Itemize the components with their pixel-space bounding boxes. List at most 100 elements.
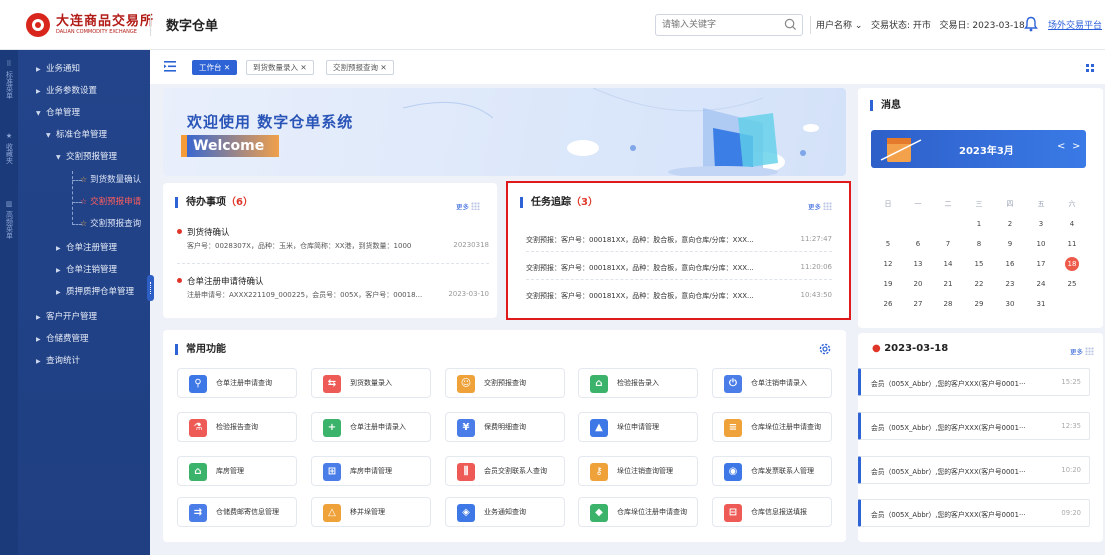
sidebar-collapse-handle[interactable]	[147, 275, 154, 301]
sidebar-item-delivery-forecast[interactable]: ▼ 交割预报管理	[56, 148, 117, 166]
message-item[interactable]: 会员（005X_Abbr）,您的客户XXX(客户号0001··· 12:35	[858, 412, 1090, 440]
function-button[interactable]: ⇆ 到货数量录入	[311, 368, 431, 398]
function-button[interactable]: ⚲ 仓单注册申请查询	[177, 368, 297, 398]
function-button[interactable]: ▲ 垛位申请管理	[578, 412, 698, 442]
function-button[interactable]: ◆ 仓库垛位注册申请查询	[578, 497, 698, 527]
function-button[interactable]: + 仓单注册申请录入	[311, 412, 431, 442]
calendar-day[interactable]: 31	[1034, 297, 1048, 311]
calendar-day[interactable]: 11	[1065, 237, 1079, 251]
sidebar-item-pledge-receipt[interactable]: ▶ 质押质押仓单管理	[56, 283, 134, 301]
calendar-day[interactable]: 30	[1003, 297, 1017, 311]
calendar-next-button[interactable]: >	[1072, 141, 1080, 152]
calendar-day[interactable]: 7	[941, 237, 955, 251]
calendar-weekday: 四	[1006, 200, 1014, 208]
calendar-day[interactable]: 6	[911, 237, 925, 251]
calendar-day[interactable]: 26	[881, 297, 895, 311]
function-button[interactable]: ⊟ 仓库信息报送填报	[712, 497, 832, 527]
top-bar: 大连商品交易所 DALIAN COMMODITY EXCHANGE 数字仓单 用…	[0, 0, 1105, 50]
calendar-day[interactable]: 20	[911, 277, 925, 291]
sidebar-item-forecast-query[interactable]: ☆ 交割预报查询	[80, 215, 141, 233]
function-button[interactable]: ⌂ 检验报告录入	[578, 368, 698, 398]
todo-item[interactable]: 到货待确认 客户号：0028307X，品种：玉米，仓库简称：XX港，到货数量：1…	[177, 226, 489, 251]
todo-more-link[interactable]: 更多	[456, 201, 480, 211]
function-button[interactable]: ⊞ 库房申请管理	[311, 456, 431, 486]
calendar-day[interactable]: 1	[972, 217, 986, 231]
calendar-day[interactable]: 18	[1065, 257, 1079, 271]
calendar-day[interactable]: 25	[1065, 277, 1079, 291]
sidebar-item-warehouse-receipt[interactable]: ▼ 仓单管理	[36, 104, 80, 122]
calendar-day[interactable]: 4	[1065, 217, 1079, 231]
calendar-day[interactable]: 27	[911, 297, 925, 311]
calendar-day[interactable]: 17	[1034, 257, 1048, 271]
message-item[interactable]: 会员（005X_Abbr）,您的客户XXX(客户号0001··· 10:20	[858, 456, 1090, 484]
function-button[interactable]: ⇉ 仓储费邮寄信息管理	[177, 497, 297, 527]
calendar-day[interactable]: 22	[972, 277, 986, 291]
strip-group-favorites[interactable]: ★ 收藏夹	[0, 132, 18, 164]
tab-forecast-query[interactable]: 交割预报查询 ✕	[326, 60, 394, 75]
function-button[interactable]: ⚷ 垛位注销查询管理	[578, 456, 698, 486]
star-icon: ☆	[80, 175, 88, 184]
calendar-prev-button[interactable]: <	[1057, 141, 1065, 152]
gear-icon[interactable]	[818, 342, 832, 356]
function-button[interactable]: ◉ 仓库发票联系人管理	[712, 456, 832, 486]
function-button[interactable]: ⚗ 检验报告查询	[177, 412, 297, 442]
calendar-day[interactable]: 23	[1003, 277, 1017, 291]
menu-toggle-icon[interactable]	[164, 61, 176, 72]
search-icon[interactable]	[784, 18, 797, 31]
caret-right-icon: ▶	[36, 88, 41, 95]
caret-right-icon: ▶	[56, 289, 61, 296]
calendar-day[interactable]: 12	[881, 257, 895, 271]
grid-icon[interactable]	[1086, 64, 1094, 72]
calendar-day[interactable]: 15	[972, 257, 986, 271]
calendar-day[interactable]: 28	[941, 297, 955, 311]
user-menu[interactable]: 用户名称 ⌄	[816, 21, 862, 31]
more-label: 更多	[456, 203, 469, 211]
calendar-day[interactable]: 24	[1034, 277, 1048, 291]
bell-icon[interactable]	[1024, 16, 1038, 32]
function-button[interactable]: ⫼ 会员交割联系人查询	[445, 456, 565, 486]
todo-item-detail: 注册申请号：AXXX221109_000225，会员号：005X，客户号：000…	[187, 291, 423, 299]
calendar-day[interactable]: 2	[1003, 217, 1017, 231]
function-button[interactable]: ¥ 保费明细查询	[445, 412, 565, 442]
tab-arrival-entry[interactable]: 到货数量录入 ✕	[246, 60, 314, 75]
sidebar-item-standard-receipt[interactable]: ▼ 标准仓单管理	[46, 126, 107, 144]
sidebar-item-receipt-cancel[interactable]: ▶ 仓单注销管理	[56, 261, 117, 279]
logo[interactable]: 大连商品交易所 DALIAN COMMODITY EXCHANGE	[26, 13, 154, 37]
otc-platform-link[interactable]: 场外交易平台	[1048, 18, 1102, 31]
sidebar-item-arrival-confirm[interactable]: ☆ 到货数量确认	[80, 171, 141, 189]
search-input[interactable]	[656, 15, 774, 35]
sidebar-item-storage-fee[interactable]: ▶ 仓储费管理	[36, 330, 89, 348]
calendar-day[interactable]: 5	[881, 237, 895, 251]
calendar-day[interactable]: 16	[1003, 257, 1017, 271]
message-item[interactable]: 会员（005X_Abbr）,您的客户XXX(客户号0001··· 15:25	[858, 368, 1090, 396]
tab-workbench[interactable]: 工作台 ✕	[192, 60, 238, 75]
function-button[interactable]: ≡ 仓库垛位注册申请查询	[712, 412, 832, 442]
function-button[interactable]: ☺ 交割预报查询	[445, 368, 565, 398]
calendar-day[interactable]: 9	[1003, 237, 1017, 251]
function-button[interactable]: ⏻ 仓单注销申请录入	[712, 368, 832, 398]
calendar-day[interactable]: 19	[881, 277, 895, 291]
messages-more-link[interactable]: 更多	[1070, 346, 1094, 356]
todo-item[interactable]: 仓单注册申请待确认 注册申请号：AXXX221109_000225，会员号：00…	[177, 275, 489, 300]
sidebar-item-label: 客户开户管理	[46, 312, 98, 322]
sidebar-item-statistics[interactable]: ▶ 查询统计	[36, 352, 80, 370]
strip-group-frequent-menu[interactable]: ▥ 高频菜单	[0, 200, 18, 239]
message-item[interactable]: 会员（005X_Abbr）,您的客户XXX(客户号0001··· 09:20	[858, 499, 1090, 527]
function-button[interactable]: △ 移并垛管理	[311, 497, 431, 527]
calendar-day[interactable]: 8	[972, 237, 986, 251]
calendar-day[interactable]: 14	[941, 257, 955, 271]
calendar-day[interactable]: 10	[1034, 237, 1048, 251]
function-button[interactable]: ◈ 业务通知查询	[445, 497, 565, 527]
calendar-day[interactable]: 21	[941, 277, 955, 291]
calendar-day[interactable]: 29	[972, 297, 986, 311]
calendar-day[interactable]: 3	[1034, 217, 1048, 231]
strip-group-standard-menu[interactable]: ⠿ 标准菜单	[0, 60, 18, 99]
sidebar-item-business-params[interactable]: ▶ 业务参数设置	[36, 82, 97, 100]
todo-item-date: 20230318	[453, 241, 489, 249]
sidebar-item-business-notice[interactable]: ▶ 业务通知	[36, 60, 80, 78]
function-button[interactable]: ⌂ 库房管理	[177, 456, 297, 486]
sidebar-item-customer-account[interactable]: ▶ 客户开户管理	[36, 308, 97, 326]
calendar-day[interactable]: 13	[911, 257, 925, 271]
sidebar-item-receipt-register[interactable]: ▶ 仓单注册管理	[56, 239, 117, 257]
sidebar-item-forecast-apply[interactable]: ☆ 交割预报申请	[80, 193, 141, 211]
